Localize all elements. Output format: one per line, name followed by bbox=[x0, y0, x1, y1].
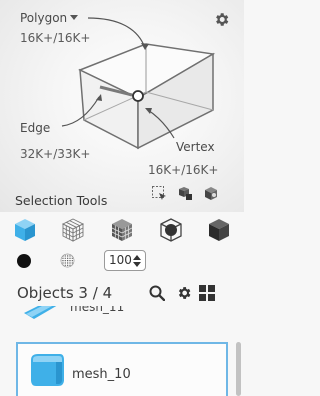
brush-size-value: 100 bbox=[109, 253, 132, 267]
box-cursor-icon[interactable] bbox=[151, 185, 167, 201]
polygon-count: 16K+/16K+ bbox=[20, 31, 91, 45]
object-name: mesh_11 bbox=[70, 306, 125, 314]
polygon-label: Polygon bbox=[20, 11, 68, 25]
list-item[interactable]: mesh_11 bbox=[16, 306, 228, 323]
settings-gear-icon[interactable] bbox=[176, 285, 192, 301]
scrollbar[interactable] bbox=[236, 342, 241, 396]
vertex-label: Vertex bbox=[176, 140, 215, 154]
cube-stack-icon[interactable] bbox=[203, 185, 219, 201]
cube-select-icon[interactable] bbox=[12, 217, 38, 243]
vertex-count: 16K+/16K+ bbox=[148, 163, 219, 177]
grid-view-icon[interactable] bbox=[199, 285, 215, 301]
solid-brush-icon[interactable] bbox=[16, 253, 32, 269]
list-item-selected[interactable]: mesh_10 bbox=[16, 342, 228, 396]
search-icon[interactable] bbox=[149, 285, 165, 301]
grid-select-icon[interactable] bbox=[60, 217, 86, 243]
mesh-thumbnail-icon bbox=[31, 354, 64, 386]
multi-cube-icon[interactable] bbox=[177, 185, 193, 201]
selection-tools-title: Selection Tools bbox=[15, 193, 108, 208]
objects-list: mesh_11 mesh_10 bbox=[0, 306, 244, 396]
polygon-selector[interactable]: Polygon bbox=[20, 11, 79, 25]
edge-label: Edge bbox=[20, 121, 51, 135]
selection-tools-row bbox=[0, 217, 244, 243]
wire-sphere-icon[interactable] bbox=[158, 217, 184, 243]
mesh-select-icon[interactable] bbox=[109, 217, 135, 243]
stepper-arrows-icon[interactable] bbox=[133, 254, 141, 268]
mesh-thumbnail-icon bbox=[24, 306, 57, 319]
edge-count: 32K+/33K+ bbox=[20, 147, 91, 161]
chevron-down-icon bbox=[70, 15, 79, 20]
dark-cube-icon[interactable] bbox=[206, 217, 232, 243]
brush-size-stepper[interactable]: 100 bbox=[104, 250, 146, 271]
object-name: mesh_10 bbox=[72, 367, 131, 382]
gear-icon[interactable] bbox=[213, 11, 230, 28]
soft-brush-icon[interactable] bbox=[60, 253, 75, 268]
mesh-statistics-panel: Polygon 16K+/16K+ Edge 32K+/33K+ Vertex … bbox=[0, 0, 244, 212]
objects-title: Objects 3 / 4 bbox=[17, 284, 113, 302]
